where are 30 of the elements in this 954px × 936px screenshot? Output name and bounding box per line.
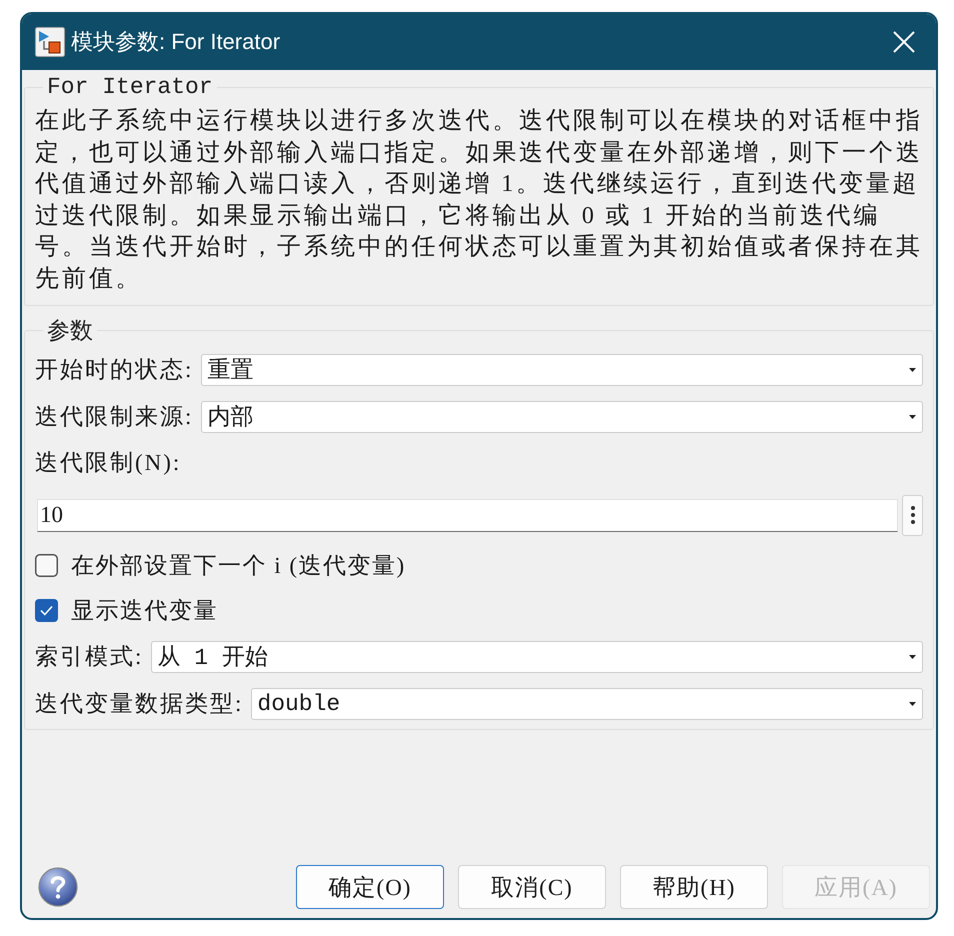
- field-label: 迭代限制来源:: [35, 402, 194, 431]
- dialog-button[interactable]: 帮助(H): [620, 865, 768, 909]
- checkbox[interactable]: [35, 554, 58, 578]
- dropdown[interactable]: 重置: [201, 354, 923, 386]
- options-button[interactable]: [902, 494, 923, 536]
- help-icon[interactable]: [38, 867, 78, 907]
- field-label: 迭代变量数据类型:: [35, 690, 244, 718]
- checkbox-label: 在外部设置下一个 i (迭代变量): [71, 552, 406, 580]
- block-icon: [35, 27, 65, 57]
- dropdown[interactable]: double: [251, 688, 923, 720]
- vertical-dots-icon[interactable]: [910, 506, 914, 524]
- group-title: For Iterator: [47, 74, 213, 100]
- caret-icon: [909, 654, 916, 659]
- caret-icon: [909, 414, 916, 419]
- dropdown[interactable]: 内部: [201, 400, 923, 433]
- dialog-button[interactable]: 取消(C): [458, 865, 606, 909]
- checkbox[interactable]: [35, 599, 58, 622]
- close-icon[interactable]: [893, 31, 915, 53]
- group-title: 参数: [47, 318, 93, 343]
- dropdown[interactable]: 从 1 开始: [151, 640, 923, 673]
- field-label: 迭代限制(N):: [35, 448, 182, 477]
- window-title: 模块参数: For Iterator: [71, 28, 282, 56]
- description-text: 在此子系统中运行模块以进行多次迭代。迭代限制可以在模块的对话框中指定，也可以通过外部输入端口指定。如果迭代变量在外部递增，则下一个迭代值通过外部输入端口读入，否则递增 1。迭代继续运行，直到迭代变量超过迭代限制。如果显示输出端口，它将输出从 0 或 1 开始的当前迭代编号。当迭代开始时，子系统中的任何状态可以重置为其初始值或者保持在其先前值。: [35, 107, 924, 294]
- checkbox-label: 显示迭代变量: [71, 596, 218, 625]
- dialog-button[interactable]: 确定(O): [296, 865, 444, 909]
- field-label: 索引模式:: [35, 642, 144, 671]
- field-label: 开始时的状态:: [35, 356, 194, 384]
- caret-icon: [909, 368, 916, 372]
- caret-icon: [909, 702, 916, 706]
- input-field[interactable]: 10: [37, 498, 898, 532]
